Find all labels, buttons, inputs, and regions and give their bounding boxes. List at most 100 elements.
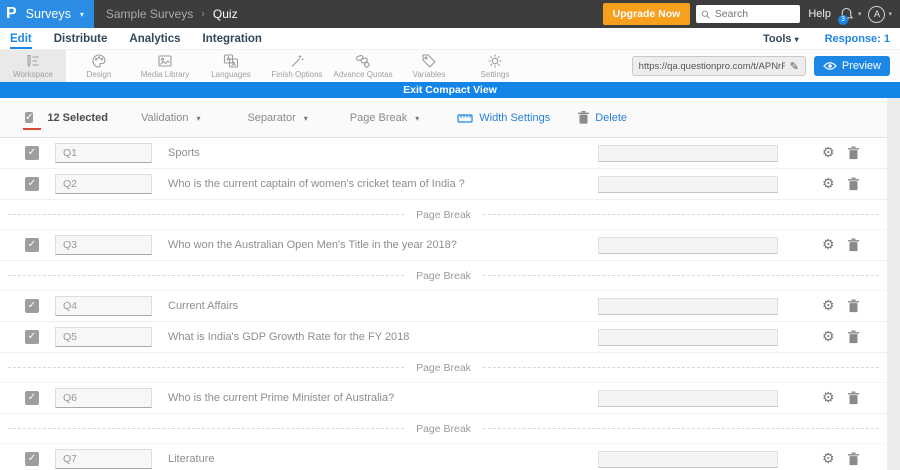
response-count-link[interactable]: Response: 1 [825, 33, 890, 45]
chevron-down-icon: ▾ [79, 9, 84, 19]
row-checkbox[interactable]: ✓ [25, 452, 39, 466]
answer-input[interactable] [598, 176, 778, 193]
width-ruler-icon [457, 113, 473, 123]
search-input[interactable] [714, 8, 796, 20]
toolbar-label: Finish Options [271, 70, 323, 79]
tab-analytics[interactable]: Analytics [129, 33, 180, 49]
toolbar-item-finish-options[interactable]: Finish Options [264, 50, 330, 82]
row-checkbox[interactable]: ✓ [25, 238, 39, 252]
question-code-input[interactable] [55, 143, 152, 163]
toolbar-label: Advance Quotas [333, 70, 393, 79]
row-checkbox[interactable]: ✓ [25, 177, 39, 191]
translate-icon [223, 53, 239, 69]
tab-integration[interactable]: Integration [203, 33, 262, 49]
breadcrumb-parent[interactable]: Sample Surveys [106, 7, 193, 21]
question-text[interactable]: Who won the Australian Open Men's Title … [168, 239, 457, 251]
toolbar-item-languages[interactable]: Languages [198, 50, 264, 82]
survey-url-input[interactable] [638, 60, 785, 72]
question-text[interactable]: Who is the current captain of women's cr… [168, 178, 465, 190]
question-code-input[interactable] [55, 296, 152, 316]
question-row: ✓ Literature ⚙ [0, 444, 887, 470]
row-delete-trash-icon[interactable] [848, 391, 859, 405]
question-code-input[interactable] [55, 327, 152, 347]
question-text[interactable]: What is India's GDP Growth Rate for the … [168, 331, 409, 343]
row-settings-gear-icon[interactable]: ⚙ [822, 144, 835, 161]
bulk-actions-bar: ✓ 12 Selected Validation ▾ Separator ▾ Pag… [0, 98, 887, 138]
separator-dropdown[interactable]: Separator ▾ [247, 112, 307, 124]
chevron-down-icon: ▾ [888, 11, 892, 18]
row-settings-gear-icon[interactable]: ⚙ [822, 450, 835, 467]
upgrade-now-button[interactable]: Upgrade Now [602, 3, 691, 25]
toolbar-item-settings[interactable]: Settings [462, 50, 528, 82]
delete-selected-button[interactable]: Delete [578, 111, 627, 124]
help-link[interactable]: Help [808, 8, 831, 20]
answer-input[interactable] [598, 451, 778, 468]
page-break-label: Page Break [416, 422, 471, 435]
toolbar-label: Design [86, 70, 112, 79]
row-settings-gear-icon[interactable]: ⚙ [822, 389, 835, 406]
avatar-initial: A [873, 9, 880, 19]
question-code-input[interactable] [55, 235, 152, 255]
width-settings-button[interactable]: Width Settings [457, 111, 550, 125]
tools-menu[interactable]: Tools ▾ [763, 33, 799, 45]
select-all-checkbox[interactable]: ✓ [25, 111, 34, 123]
toolbar-item-variables[interactable]: Variables [396, 50, 462, 82]
question-code-input[interactable] [55, 388, 152, 408]
search-box[interactable] [696, 5, 801, 23]
row-checkbox[interactable]: ✓ [25, 146, 39, 160]
avatar[interactable]: A [868, 5, 886, 23]
preview-button[interactable]: Preview [813, 56, 890, 76]
notifications-button[interactable]: 3 [837, 6, 855, 25]
edit-toolbar: Workspace Design Media Library Languages… [0, 50, 900, 82]
row-delete-trash-icon[interactable] [848, 299, 859, 313]
wand-icon [289, 53, 305, 69]
quota-links-icon [355, 53, 371, 69]
validation-dropdown[interactable]: Validation ▾ [141, 112, 201, 124]
page-break-line [8, 275, 405, 276]
question-code-input[interactable] [55, 174, 152, 194]
row-delete-trash-icon[interactable] [848, 452, 859, 466]
question-text[interactable]: Sports [168, 147, 200, 159]
edit-url-pencil-icon[interactable]: ✎ [790, 60, 799, 73]
row-delete-trash-icon[interactable] [848, 146, 859, 160]
question-code-input[interactable] [55, 449, 152, 469]
row-checkbox[interactable]: ✓ [25, 330, 39, 344]
question-list-area: ✓ 12 Selected Validation ▾ Separator ▾ Pag… [0, 98, 900, 470]
row-checkbox[interactable]: ✓ [25, 299, 39, 313]
row-delete-trash-icon[interactable] [848, 238, 859, 252]
row-delete-trash-icon[interactable] [848, 177, 859, 191]
answer-input[interactable] [598, 390, 778, 407]
toolbar-item-design[interactable]: Design [66, 50, 132, 82]
tab-distribute[interactable]: Distribute [54, 33, 108, 49]
page-break-line [8, 214, 405, 215]
section-nav: Edit Distribute Analytics Integration To… [0, 28, 900, 50]
page-break-line [8, 367, 405, 368]
answer-input[interactable] [598, 329, 778, 346]
question-text[interactable]: Who is the current Prime Minister of Aus… [168, 392, 394, 404]
row-checkbox[interactable]: ✓ [25, 391, 39, 405]
row-settings-gear-icon[interactable]: ⚙ [822, 236, 835, 253]
selected-count-label: 12 Selected [47, 111, 108, 124]
questionpro-logo: P [6, 5, 17, 22]
row-settings-gear-icon[interactable]: ⚙ [822, 297, 835, 314]
chevron-down-icon: ▾ [857, 11, 862, 18]
answer-input[interactable] [598, 145, 778, 162]
answer-input[interactable] [598, 298, 778, 315]
row-delete-trash-icon[interactable] [848, 330, 859, 344]
row-settings-gear-icon[interactable]: ⚙ [822, 328, 835, 345]
toolbar-item-workspace[interactable]: Workspace [0, 50, 66, 82]
tab-edit[interactable]: Edit [10, 33, 32, 49]
question-text[interactable]: Current Affairs [168, 300, 238, 312]
toolbar-item-advance-quotas[interactable]: Advance Quotas [330, 50, 396, 82]
eye-icon [823, 62, 837, 70]
toolbar-item-media-library[interactable]: Media Library [132, 50, 198, 82]
top-bar: P Surveys ▾ Sample Surveys › Quiz Upgrad… [0, 0, 900, 28]
question-rows: ✓ Sports ⚙ ✓ Who is the current captain … [0, 138, 887, 470]
question-text[interactable]: Literature [168, 453, 214, 465]
answer-input[interactable] [598, 237, 778, 254]
exit-compact-view-button[interactable]: Exit Compact View [0, 82, 900, 98]
row-settings-gear-icon[interactable]: ⚙ [822, 175, 835, 192]
product-switcher[interactable]: P Surveys ▾ [0, 0, 94, 28]
question-row: ✓ Sports ⚙ [0, 138, 887, 169]
page-break-dropdown[interactable]: Page Break ▾ [350, 112, 420, 124]
